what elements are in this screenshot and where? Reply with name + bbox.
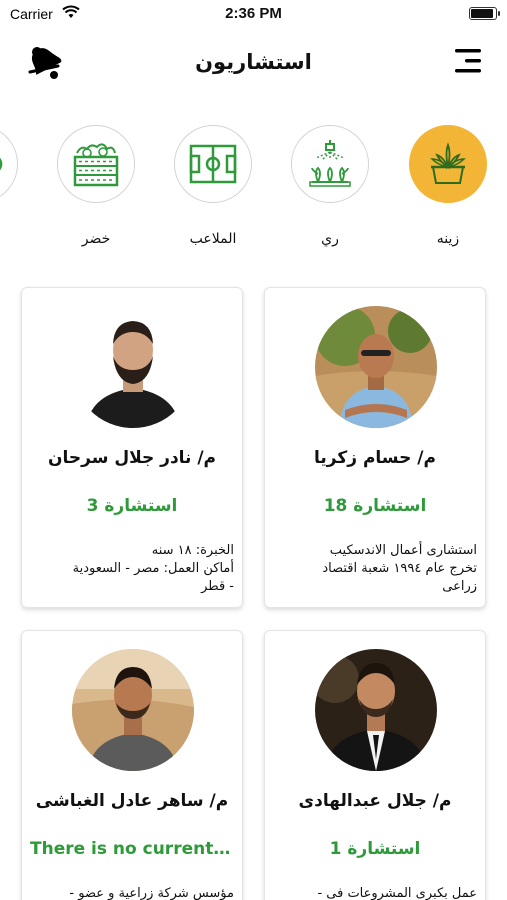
clock: 2:36 PM bbox=[225, 5, 282, 22]
consultant-name: م/ جلال عبدالهادى bbox=[298, 791, 452, 811]
partial-icon bbox=[0, 157, 3, 171]
nav-bar: استشاريون bbox=[0, 38, 507, 90]
avatar bbox=[72, 306, 194, 428]
bio-line: - قطر bbox=[201, 579, 234, 594]
category-circle bbox=[291, 125, 369, 203]
avatar bbox=[72, 649, 194, 771]
category-fields[interactable]: الملاعب bbox=[174, 125, 254, 247]
page-title: استشاريون bbox=[195, 50, 312, 74]
category-circle bbox=[0, 125, 18, 203]
consultant-card[interactable]: م/ جلال عبدالهادى 1 استشارة عمل بكبرى ال… bbox=[264, 630, 486, 900]
field-icon bbox=[189, 144, 237, 184]
consultation-count: 18 استشارة bbox=[323, 496, 427, 516]
category-label: زينه bbox=[436, 231, 460, 247]
consultation-count: There is no current c... bbox=[30, 839, 234, 859]
category-circle bbox=[174, 125, 252, 203]
bio-line: عمل بكبرى المشروعات فى - bbox=[317, 886, 477, 900]
sprinkler-icon bbox=[309, 140, 351, 187]
consultation-count: 1 استشارة bbox=[329, 839, 421, 859]
bio-line: استشارى أعمال الاندسكيب bbox=[329, 543, 477, 558]
category-vegetables[interactable]: خضر bbox=[57, 125, 137, 247]
category-circle bbox=[409, 125, 487, 203]
category-label: ري bbox=[321, 231, 339, 247]
avatar bbox=[315, 649, 437, 771]
category-partial[interactable] bbox=[0, 125, 20, 203]
consultant-bio: مؤسس شركة زراعية و عضو - bbox=[30, 885, 234, 900]
category-zina[interactable]: زينه bbox=[409, 125, 489, 247]
avatar bbox=[315, 306, 437, 428]
plant-pot-icon bbox=[430, 142, 466, 184]
battery-icon bbox=[469, 7, 500, 20]
bio-line: أماكن العمل: مصر - السعودية bbox=[72, 561, 234, 576]
consultant-name: م/ ساهر عادل الغباشى bbox=[35, 791, 229, 811]
consultant-bio: الخبرة: ١٨ سنه أماكن العمل: مصر - السعود… bbox=[30, 542, 234, 596]
bio-line: الخبرة: ١٨ سنه bbox=[151, 543, 234, 558]
status-bar: Carrier 2:36 PM bbox=[0, 0, 507, 28]
category-scroller[interactable]: زينه ري الملاعب خضر bbox=[0, 125, 507, 255]
category-irrigation[interactable]: ري bbox=[291, 125, 371, 247]
category-circle bbox=[57, 125, 135, 203]
consultant-bio: استشارى أعمال الاندسكيب تخرج عام ١٩٩٤ شع… bbox=[273, 542, 477, 596]
consultant-card[interactable]: م/ حسام زكريا 18 استشارة استشارى أعمال ا… bbox=[264, 287, 486, 608]
consultant-name: م/ نادر جلال سرحان bbox=[47, 448, 217, 468]
category-label: الملاعب bbox=[189, 231, 237, 247]
consultant-card[interactable]: م/ ساهر عادل الغباشى There is no current… bbox=[21, 630, 243, 900]
bio-line: تخرج عام ١٩٩٤ شعبة اقتصاد bbox=[322, 561, 477, 576]
bio-line: زراعى bbox=[442, 579, 477, 594]
consultation-count: 3 استشارة bbox=[86, 496, 178, 516]
menu-icon[interactable] bbox=[451, 44, 485, 78]
category-label: خضر bbox=[81, 231, 111, 247]
consultant-bio: عمل بكبرى المشروعات فى - bbox=[273, 885, 477, 900]
vegetable-crate-icon bbox=[73, 143, 119, 187]
bio-line: مؤسس شركة زراعية و عضو - bbox=[69, 886, 234, 900]
consultant-card[interactable]: م/ نادر جلال سرحان 3 استشارة الخبرة: ١٨ … bbox=[21, 287, 243, 608]
consultant-name: م/ حسام زكريا bbox=[314, 448, 436, 468]
